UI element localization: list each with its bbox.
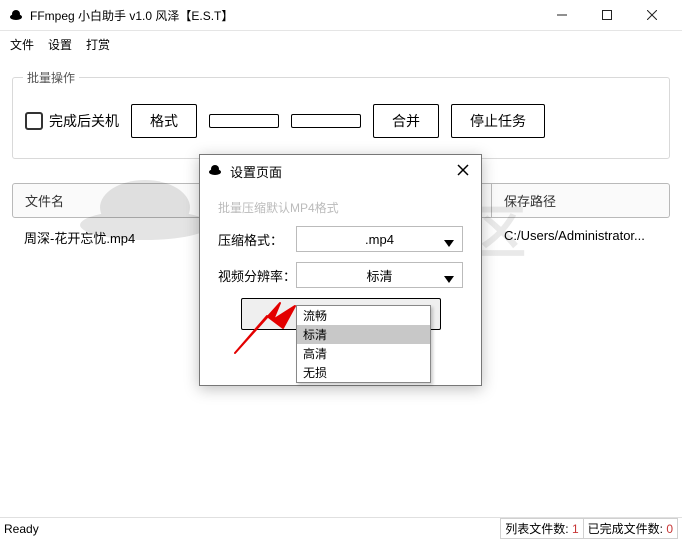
column-header-path[interactable]: 保存路径 xyxy=(492,183,670,218)
title-bar: FFmpeg 小白助手 v1.0 风泽【E.S.T】 xyxy=(0,0,682,31)
format-select[interactable]: .mp4 xyxy=(296,226,463,252)
format-button[interactable]: 格式 xyxy=(131,104,197,138)
dialog-title: 设置页面 xyxy=(230,162,457,181)
menu-donate[interactable]: 打赏 xyxy=(86,36,110,53)
batch-legend: 批量操作 xyxy=(23,69,79,86)
option-hd[interactable]: 高清 xyxy=(297,344,430,363)
status-list-files: 列表文件数: 1 xyxy=(500,518,583,539)
chevron-down-icon xyxy=(444,271,454,289)
batch-button-3[interactable] xyxy=(291,114,361,128)
dialog-close-button[interactable] xyxy=(457,163,473,179)
status-bar: Ready 列表文件数: 1 已完成文件数: 0 xyxy=(0,517,682,539)
window-buttons xyxy=(539,1,674,30)
menu-file[interactable]: 文件 xyxy=(10,36,34,53)
window-title: FFmpeg 小白助手 v1.0 风泽【E.S.T】 xyxy=(30,7,539,24)
format-label: 压缩格式： xyxy=(218,230,296,249)
menu-settings[interactable]: 设置 xyxy=(48,36,72,53)
checkbox-icon xyxy=(25,112,43,130)
shutdown-checkbox[interactable]: 完成后关机 xyxy=(25,111,119,131)
stop-button[interactable]: 停止任务 xyxy=(451,104,545,138)
cell-path: C:/Users/Administrator... xyxy=(492,220,670,255)
maximize-button[interactable] xyxy=(584,1,629,30)
option-lossless[interactable]: 无损 xyxy=(297,363,430,382)
batch-button-2[interactable] xyxy=(209,114,279,128)
resolution-dropdown: 流畅 标清 高清 无损 xyxy=(296,305,431,383)
app-icon xyxy=(8,7,24,23)
chevron-down-icon xyxy=(444,235,454,253)
close-button[interactable] xyxy=(629,1,674,30)
menu-bar: 文件 设置 打赏 xyxy=(0,31,682,57)
dialog-caption: 批量压缩默认MP4格式 xyxy=(218,199,463,216)
dialog-icon xyxy=(208,163,224,179)
dialog-titlebar: 设置页面 xyxy=(200,155,481,187)
status-done-files: 已完成文件数: 0 xyxy=(583,518,678,539)
merge-button[interactable]: 合并 xyxy=(373,104,439,138)
resolution-select[interactable]: 标清 xyxy=(296,262,463,288)
resolution-label: 视频分辨率： xyxy=(218,266,296,285)
status-ready: Ready xyxy=(4,522,39,536)
minimize-button[interactable] xyxy=(539,1,584,30)
option-sd[interactable]: 标清 xyxy=(297,325,430,344)
shutdown-label: 完成后关机 xyxy=(49,111,119,131)
option-smooth[interactable]: 流畅 xyxy=(297,306,430,325)
batch-operations-group: 批量操作 完成后关机 格式 合并 停止任务 xyxy=(12,77,670,159)
